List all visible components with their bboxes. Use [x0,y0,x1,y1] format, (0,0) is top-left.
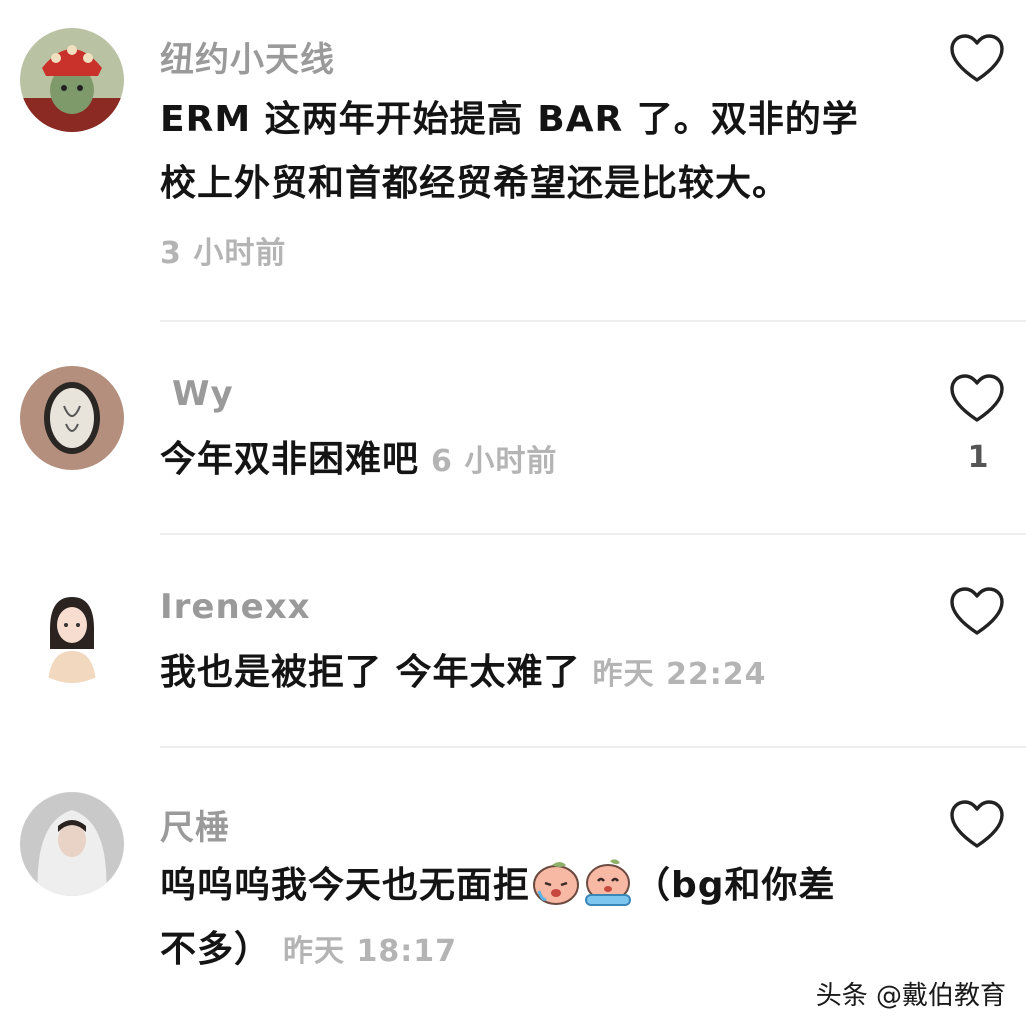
like-count: 1 [967,440,989,475]
comment-text-line: 今年双非困难吧 [160,439,420,480]
username[interactable]: Wy [172,374,234,414]
avatar-bride-veil-icon [20,792,124,896]
comment-text-line: 我也是被拒了 今年太难了 [160,652,581,693]
comment-text-segment: 呜呜呜我今天也无面拒 [160,865,531,906]
comment-item: Wy 今年双非困难吧 6 小时前 1 [0,322,1026,534]
like-heart-icon[interactable] [950,374,1004,424]
comment-text-segment: （bg和你差 [634,865,836,906]
avatar-illustrated-girl-icon [20,579,124,683]
avatar-candle-label-icon [20,366,124,470]
comment-text-line: 不多） 昨天 18:17 [160,918,900,984]
comment-item: Irenexx 我也是被拒了 今年太难了 昨天 22:24 [0,535,1026,747]
comment-item: 纽约小天线 ERM 这两年开始提高 BAR 了。双非的学 校上外贸和首都经贸希望… [0,0,1026,322]
watermark: 头条 @戴伯教育 [815,981,1006,1011]
timestamp: 3 小时前 [160,236,287,271]
like-heart-icon[interactable] [950,34,1004,84]
username[interactable]: 纽约小天线 [160,32,335,81]
comment-text-line: 呜呜呜我今天也无面拒 （bg和你差 [160,854,900,918]
avatar[interactable] [20,792,124,896]
like-heart-icon[interactable] [950,800,1004,850]
comment-text-line: 校上外贸和首都经贸希望还是比较大。 [160,163,790,204]
avatar-red-headdress-icon [20,28,124,132]
comment-text: 我也是被拒了 今年太难了 昨天 22:24 [160,641,900,707]
timestamp: 昨天 18:17 [283,934,457,969]
timestamp: 昨天 22:24 [592,657,767,692]
avatar[interactable] [20,28,124,132]
crying-peach-emoji-icon [533,862,580,905]
comment-text: ERM 这两年开始提高 BAR 了。双非的学 校上外贸和首都经贸希望还是比较大。 [160,88,900,216]
avatar[interactable] [20,579,124,683]
timestamp: 6 小时前 [431,444,558,479]
avatar[interactable] [20,366,124,470]
comment-text-segment: 不多） [160,929,272,970]
username[interactable]: 尺棰 [160,800,230,849]
sobbing-peach-emoji-icon [585,859,632,906]
username[interactable]: Irenexx [160,587,311,627]
comment-text: 呜呜呜我今天也无面拒 （bg和你差 不多） 昨天 18:17 [160,854,900,984]
comment-text-line: ERM 这两年开始提高 BAR 了。双非的学 [160,99,859,140]
comment-text: 今年双非困难吧 6 小时前 [160,428,900,494]
like-heart-icon[interactable] [950,587,1004,637]
